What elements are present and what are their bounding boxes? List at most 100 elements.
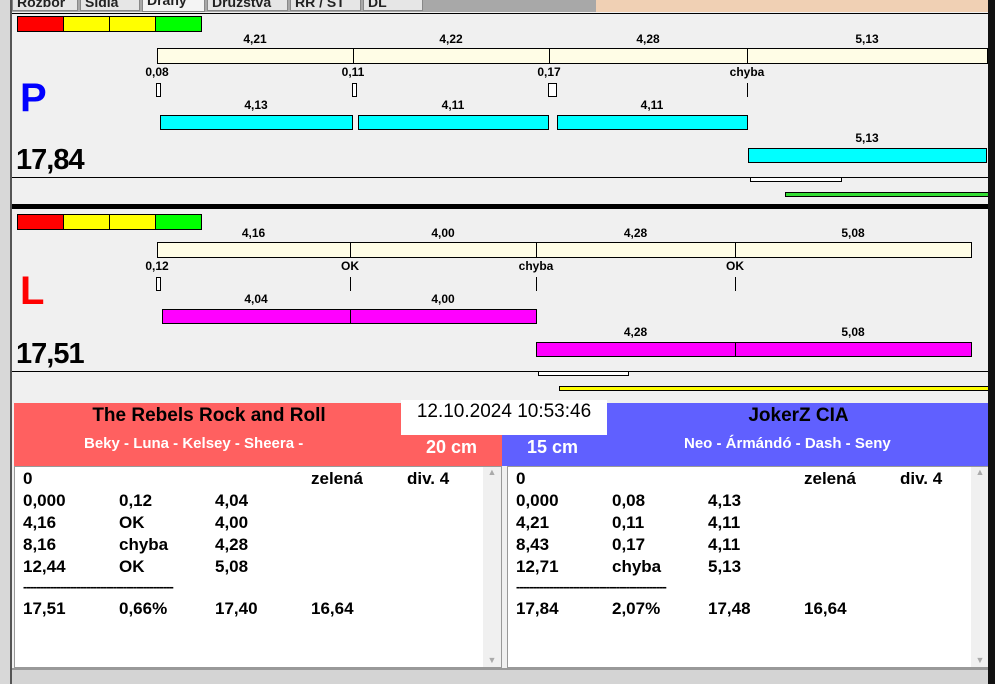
list-cell: 5,13 <box>708 557 742 576</box>
run-bar <box>160 115 353 130</box>
list-cell: OK <box>119 513 145 532</box>
list-cell: 4,04 <box>215 491 249 510</box>
tab-0[interactable]: Rozbor <box>12 0 78 11</box>
run-label: 4,00 <box>431 292 455 306</box>
window-edge <box>988 0 995 684</box>
list-cell: 0,000 <box>516 491 559 510</box>
list-cell: 4,00 <box>215 513 249 532</box>
indicator-block <box>155 16 202 32</box>
list-cell: 12,71 <box>516 557 559 576</box>
list-cell: 0,08 <box>612 491 646 510</box>
reaction-marker <box>352 83 357 97</box>
tab-2[interactable]: Dráhy <box>142 0 205 12</box>
reaction-marker <box>156 277 161 291</box>
run-bar <box>748 148 987 163</box>
lane-l: L 17,51 4,16 4,00 4,28 5,08 0,12 OK chyba OK 4,04 4… <box>12 208 990 398</box>
run-bar <box>557 115 748 130</box>
lane-p: P 17,84 4,21 4,22 4,28 5,13 0,08 0,11 0,17 chyba 4… <box>12 13 990 204</box>
run-bar <box>358 115 549 130</box>
right-team-players: Neo - Ármándó - Dash - Seny <box>684 435 891 452</box>
list-cell: 0 <box>516 469 526 488</box>
lane-baseline <box>12 371 990 372</box>
left-team-players: Beky - Luna - Kelsey - Sheera - <box>84 435 304 452</box>
list-cell: 4,11 <box>708 535 741 554</box>
run-bar <box>350 309 537 324</box>
indicator-block <box>63 214 110 230</box>
reaction-label: OK <box>341 259 359 273</box>
tab-4[interactable]: RR / ST <box>290 0 361 11</box>
list-cell: div. 4 <box>900 469 943 488</box>
indicator-block <box>17 214 64 230</box>
left-team-distance: 20 cm <box>426 437 478 457</box>
list-cell: chyba <box>612 557 662 576</box>
list-cell: 17,51 <box>23 599 66 618</box>
lane-time-bar <box>549 48 748 64</box>
tab-bar-fill <box>596 0 988 12</box>
datetime: 12.10.2024 10:53:46 <box>401 400 607 435</box>
progress-bar <box>559 386 990 391</box>
run-label: 4,04 <box>244 292 268 306</box>
left-results-list[interactable]: ▲ ▼ 0 zelená div. 4 0,000 0,12 4,04 4,16 OK 4,00 8,… <box>14 466 502 668</box>
tab-1[interactable]: Sidla <box>80 0 140 11</box>
lane-time-bar <box>350 242 537 258</box>
list-cell: 17,48 <box>708 599 751 618</box>
reaction-marker <box>156 83 161 97</box>
list-cell: 17,40 <box>215 599 258 618</box>
reaction-label: chyba <box>729 65 765 79</box>
list-cell: 0,66% <box>119 599 168 618</box>
left-team-name: The Rebels Rock and Roll <box>92 405 326 426</box>
list-cell: 4,16 <box>23 513 57 532</box>
indicator-block <box>63 16 110 32</box>
scrollbar[interactable]: ▲ ▼ <box>483 467 501 667</box>
list-cell: OK <box>119 557 145 576</box>
list-cell: 0 <box>23 469 33 488</box>
list-cell: zelená <box>804 469 856 488</box>
list-cell: 4,28 <box>215 535 249 554</box>
list-cell: 0,17 <box>612 535 646 554</box>
list-cell: 12,44 <box>23 557 66 576</box>
lane-time-label: 4,28 <box>623 226 648 240</box>
reaction-label: 0,11 <box>341 65 365 79</box>
list-cell: 2,07% <box>612 599 661 618</box>
progress-marker <box>750 177 842 182</box>
progress-bar <box>785 192 990 197</box>
right-results-list[interactable]: ▲ ▼ 0 zelená div. 4 0,000 0,08 4,13 4,21 0,11 4,11… <box>507 466 990 668</box>
list-cell: div. 4 <box>407 469 450 488</box>
reaction-label: 0,17 <box>537 65 561 79</box>
indicator-block <box>17 16 64 32</box>
lane-score: 17,84 <box>16 144 85 176</box>
list-cell: 0,12 <box>119 491 153 510</box>
tab-5[interactable]: DL <box>363 0 423 11</box>
lane-time-label: 4,21 <box>243 32 267 46</box>
reaction-label: chyba <box>518 259 554 273</box>
lane-letter: L <box>20 269 45 313</box>
reaction-label: 0,12 <box>145 259 169 273</box>
run-label: 4,13 <box>244 98 268 112</box>
list-cell: 4,11 <box>708 513 741 532</box>
lane-time-bar <box>735 242 972 258</box>
list-cell: 0,11 <box>612 513 645 532</box>
list-cell: 8,43 <box>516 535 550 554</box>
list-cell: 17,84 <box>516 599 559 618</box>
list-cell: 16,64 <box>804 599 847 618</box>
list-cell: 8,16 <box>23 535 57 554</box>
list-cell: ----------------------------------------… <box>23 579 174 594</box>
scrollbar[interactable]: ▲ ▼ <box>971 467 989 667</box>
reaction-tick <box>536 277 537 291</box>
lane-letter: P <box>20 76 47 120</box>
right-team-distance: 15 cm <box>527 437 579 457</box>
lane-time-bar <box>747 48 988 64</box>
list-cell: chyba <box>119 535 169 554</box>
window-edge <box>0 0 12 684</box>
progress-marker <box>538 371 629 376</box>
lane-time-bar <box>353 48 550 64</box>
run-label: 4,28 <box>623 325 648 339</box>
lane-time-label: 4,28 <box>636 32 660 46</box>
run-label: 4,11 <box>441 98 465 112</box>
lane-time-bar <box>536 242 736 258</box>
reaction-marker <box>548 83 557 97</box>
lane-time-label: 4,22 <box>439 32 463 46</box>
lane-time-label: 4,00 <box>431 226 455 240</box>
run-label: 5,08 <box>841 325 865 339</box>
tab-3[interactable]: Družstva <box>207 0 288 11</box>
